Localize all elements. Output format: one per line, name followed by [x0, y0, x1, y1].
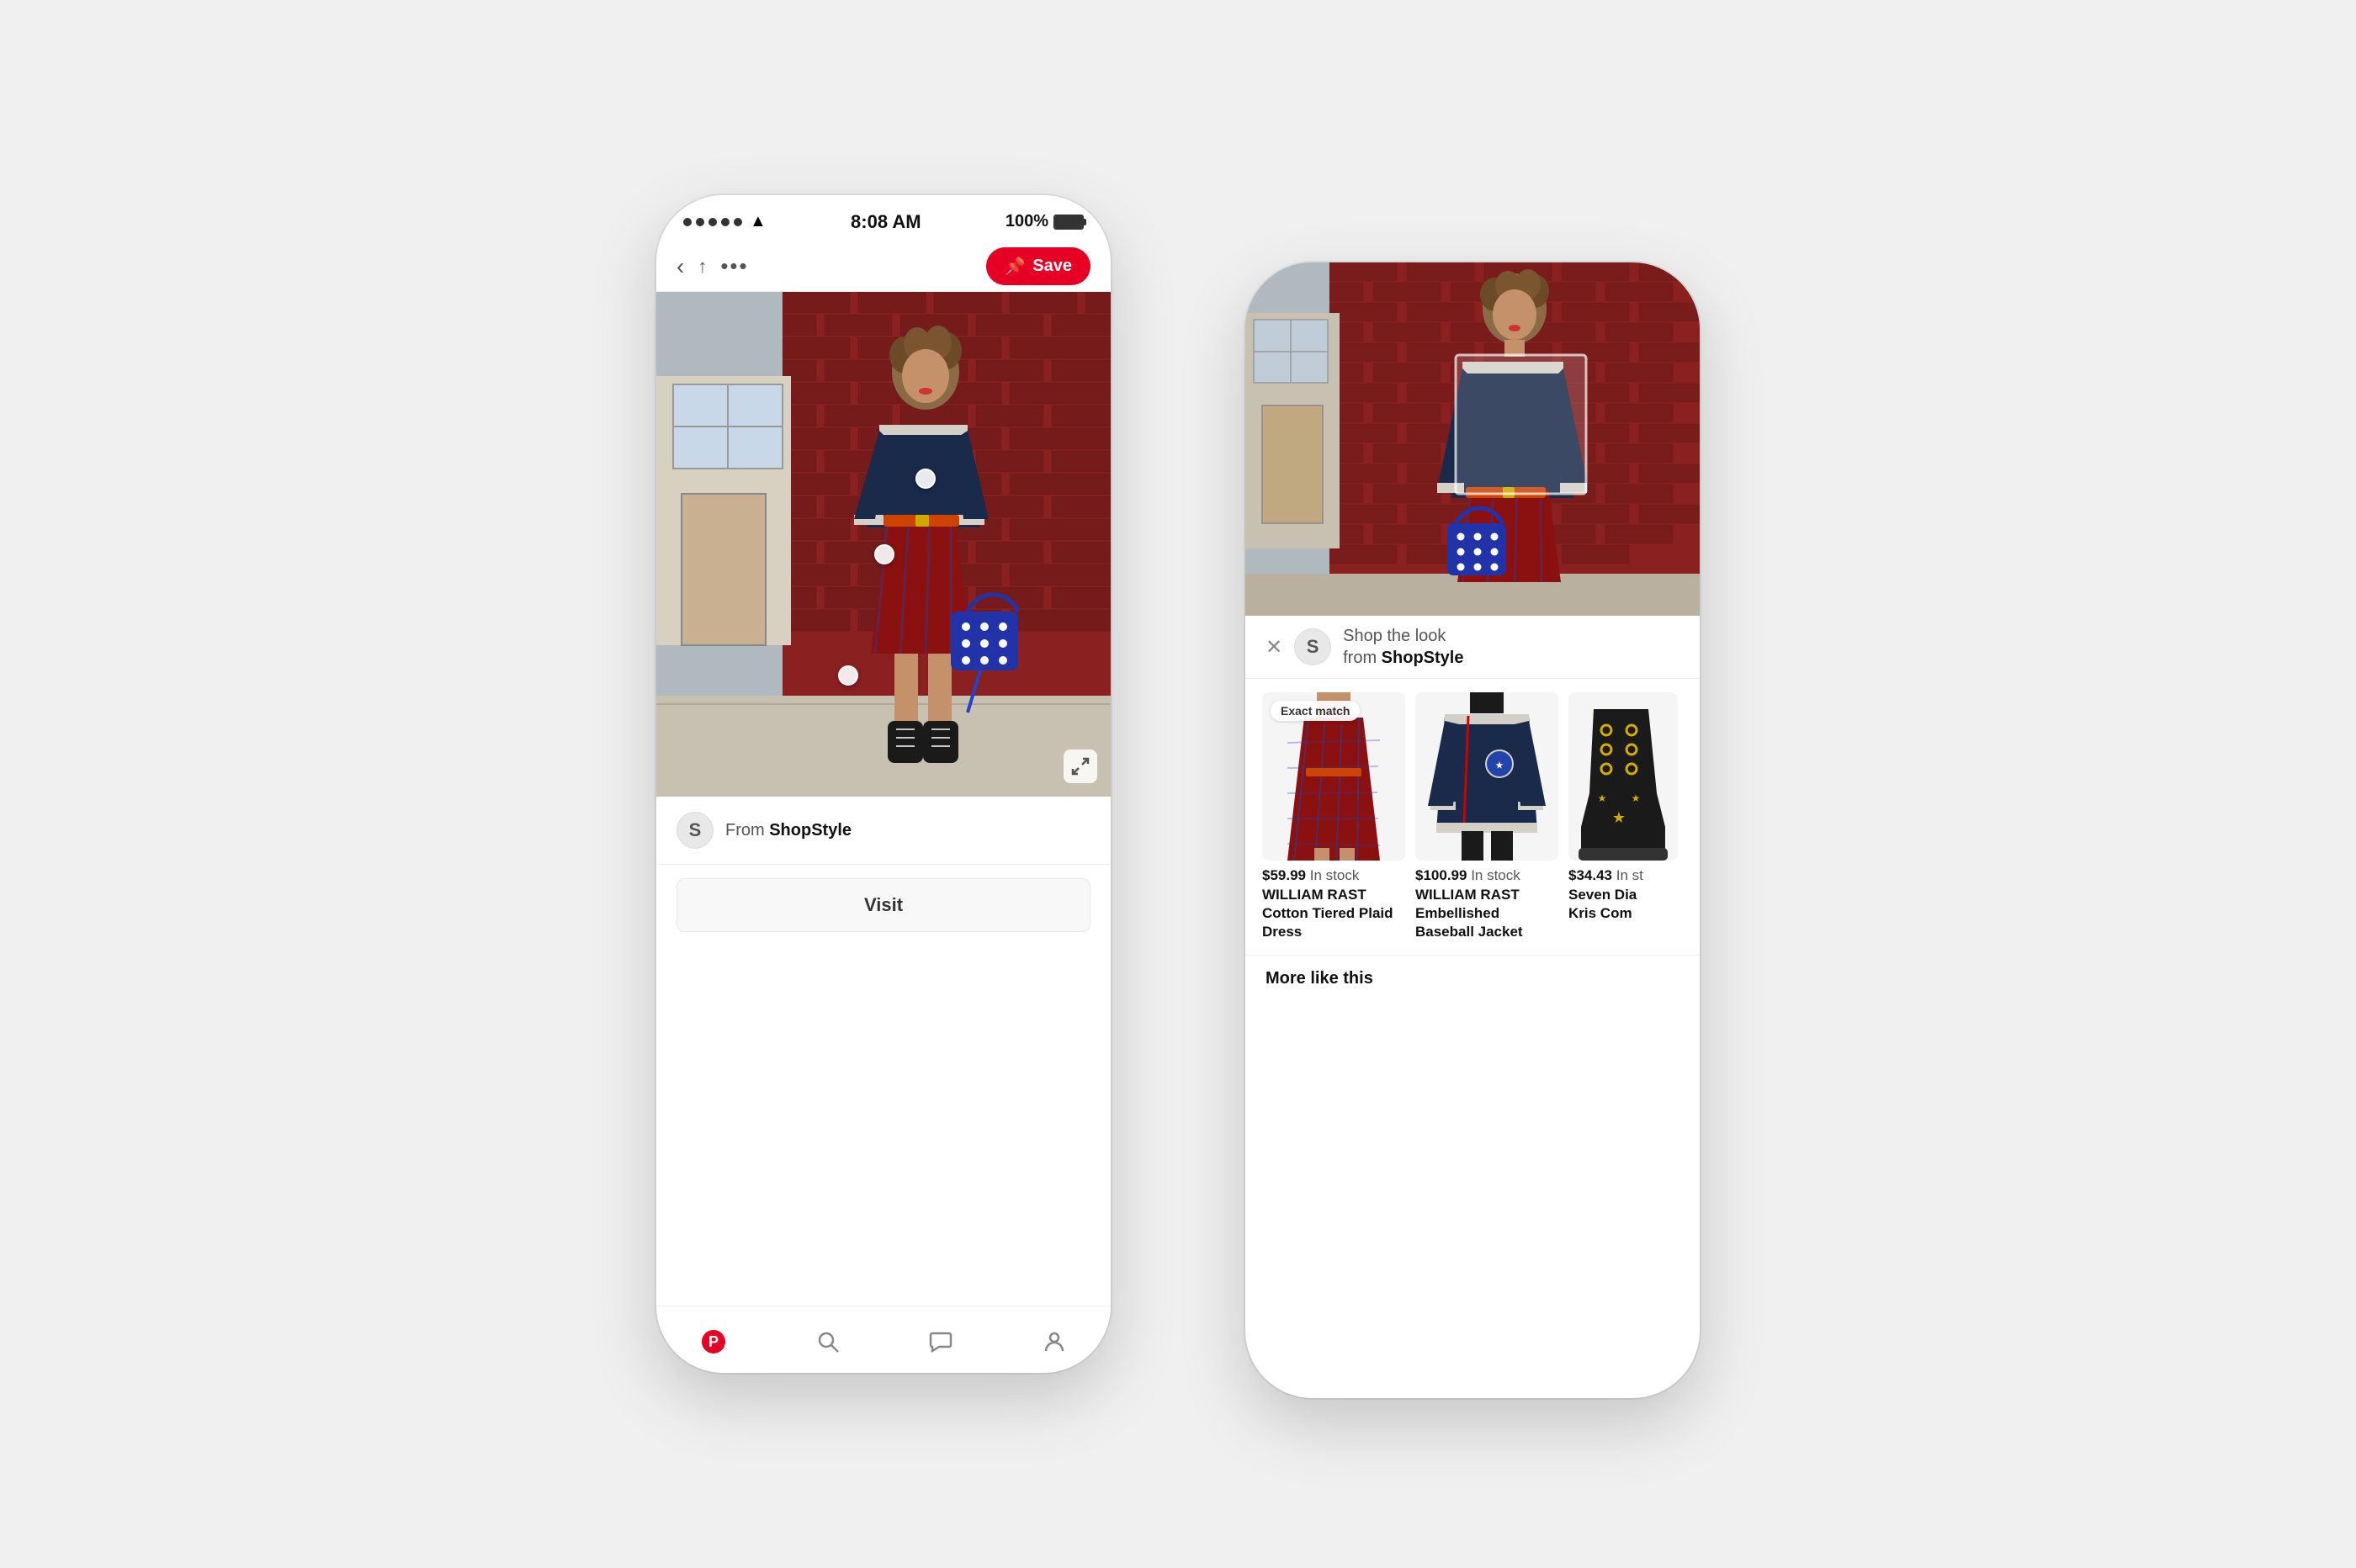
brand-3: Seven Dia: [1568, 887, 1637, 903]
product-image-2: ★: [1415, 692, 1558, 861]
visit-section: Visit: [656, 865, 1111, 946]
share-button[interactable]: ↑: [698, 256, 707, 278]
pin-source-row: S From ShopStyle: [656, 797, 1111, 865]
stock-2: In stock: [1471, 867, 1520, 883]
more-section: More like this: [1245, 955, 1700, 999]
status-bar-left: ▲ 8:08 AM 100%: [656, 195, 1111, 241]
pin-source-text: From ShopStyle: [725, 821, 852, 840]
left-phone: ▲ 8:08 AM 100% ‹ ↑ ••• 📌 Save: [656, 195, 1111, 1373]
bottom-nav-left: P: [656, 1306, 1111, 1373]
product-card-2[interactable]: ★ $100.99 In stock: [1415, 692, 1558, 941]
product-price-3: $34.43 In st: [1568, 867, 1678, 884]
right-fashion-svg: [1245, 262, 1700, 616]
product-image-1: Exact match: [1262, 692, 1405, 861]
svg-text:★: ★: [1598, 792, 1607, 804]
product-image-3: ★ ★ ★: [1568, 692, 1678, 861]
signal-dot-4: [721, 218, 730, 226]
phones-container: ▲ 8:08 AM 100% ‹ ↑ ••• 📌 Save: [589, 111, 1767, 1457]
dot-marker-2[interactable]: [874, 544, 894, 564]
more-like-this-title: More like this: [1266, 969, 1679, 988]
product-name-1: WILLIAM RAST Cotton Tiered Plaid Dress: [1262, 886, 1405, 941]
nav-profile[interactable]: [1042, 1329, 1067, 1354]
price-value-2: $100.99: [1415, 867, 1467, 883]
signal-dot-1: [683, 218, 692, 226]
back-button[interactable]: ‹: [677, 253, 684, 280]
signal-dot-2: [696, 218, 704, 226]
name-2: Embellished Baseball Jacket: [1415, 905, 1523, 940]
profile-icon: [1042, 1329, 1067, 1354]
nav-search[interactable]: [815, 1329, 841, 1354]
status-time: 8:08 AM: [851, 211, 921, 233]
nav-bar-left: ‹ ↑ ••• 📌 Save: [656, 241, 1111, 292]
product-name-3: Seven Dia Kris Com: [1568, 886, 1678, 923]
shop-source-name: ShopStyle: [1382, 649, 1464, 667]
name-3: Kris Com: [1568, 905, 1632, 921]
battery-fill: [1055, 216, 1082, 228]
chat-icon: [928, 1329, 953, 1354]
right-top-image: [1245, 262, 1700, 616]
save-button[interactable]: 📌 Save: [986, 247, 1090, 285]
price-value-1: $59.99: [1262, 867, 1306, 883]
svg-text:★: ★: [1496, 761, 1504, 771]
product-price-2: $100.99 In stock: [1415, 867, 1558, 884]
product-name-2: WILLIAM RAST Embellished Baseball Jacket: [1415, 886, 1558, 941]
signal-dot-3: [708, 218, 717, 226]
close-button[interactable]: ✕: [1266, 635, 1282, 660]
brand-1: WILLIAM RAST: [1262, 887, 1366, 903]
name-1: Cotton Tiered Plaid Dress: [1262, 905, 1393, 940]
dot-marker-3[interactable]: [838, 665, 858, 686]
main-pin-image: [656, 292, 1111, 797]
shop-panel: ✕ S Shop the look from ShopStyle Exact m…: [1245, 616, 1700, 999]
signal-dot-5: [734, 218, 742, 226]
shop-title: Shop the look from ShopStyle: [1343, 625, 1679, 669]
shop-header: ✕ S Shop the look from ShopStyle: [1245, 616, 1700, 679]
exact-match-badge: Exact match: [1271, 701, 1360, 721]
price-value-3: $34.43: [1568, 867, 1612, 883]
shop-avatar: S: [1294, 628, 1331, 665]
visit-button[interactable]: Visit: [677, 878, 1090, 932]
product-card-3[interactable]: ★ ★ ★ $34.43 In st Seven Dia Kris Com: [1568, 692, 1678, 941]
product-price-1: $59.99 In stock: [1262, 867, 1405, 884]
pinterest-icon: P: [700, 1328, 727, 1355]
product-boot-svg: ★ ★ ★: [1568, 692, 1678, 861]
more-button[interactable]: •••: [720, 253, 748, 279]
battery-area: 100%: [1006, 212, 1084, 231]
shop-title-prefix: Shop the look: [1343, 627, 1446, 645]
source-avatar: S: [677, 812, 714, 849]
nav-home[interactable]: P: [700, 1328, 727, 1355]
stock-1: In stock: [1310, 867, 1360, 883]
battery-percentage: 100%: [1006, 212, 1048, 231]
svg-text:P: P: [708, 1333, 719, 1350]
products-row: Exact match: [1245, 679, 1700, 955]
signal-dots: ▲: [683, 212, 767, 231]
source-name: ShopStyle: [769, 821, 852, 840]
battery-icon: [1053, 215, 1084, 230]
stock-3: In st: [1616, 867, 1643, 883]
right-phone-content: ✕ S Shop the look from ShopStyle Exact m…: [1245, 262, 1700, 1398]
pin-icon-white: 📌: [1005, 256, 1026, 277]
right-phone: ✕ S Shop the look from ShopStyle Exact m…: [1245, 262, 1700, 1398]
product-card-1[interactable]: Exact match: [1262, 692, 1405, 941]
save-label: Save: [1032, 257, 1072, 276]
search-icon: [815, 1329, 841, 1354]
brand-2: WILLIAM RAST: [1415, 887, 1520, 903]
svg-text:★: ★: [1632, 792, 1641, 804]
expand-icon[interactable]: [1064, 750, 1097, 783]
nav-messages[interactable]: [928, 1329, 953, 1354]
dot-marker-1[interactable]: [915, 469, 936, 489]
wifi-icon: ▲: [750, 212, 767, 231]
product-jacket-svg: ★: [1415, 692, 1558, 861]
svg-text:★: ★: [1612, 809, 1626, 826]
shop-title-suffix: from: [1343, 649, 1382, 667]
